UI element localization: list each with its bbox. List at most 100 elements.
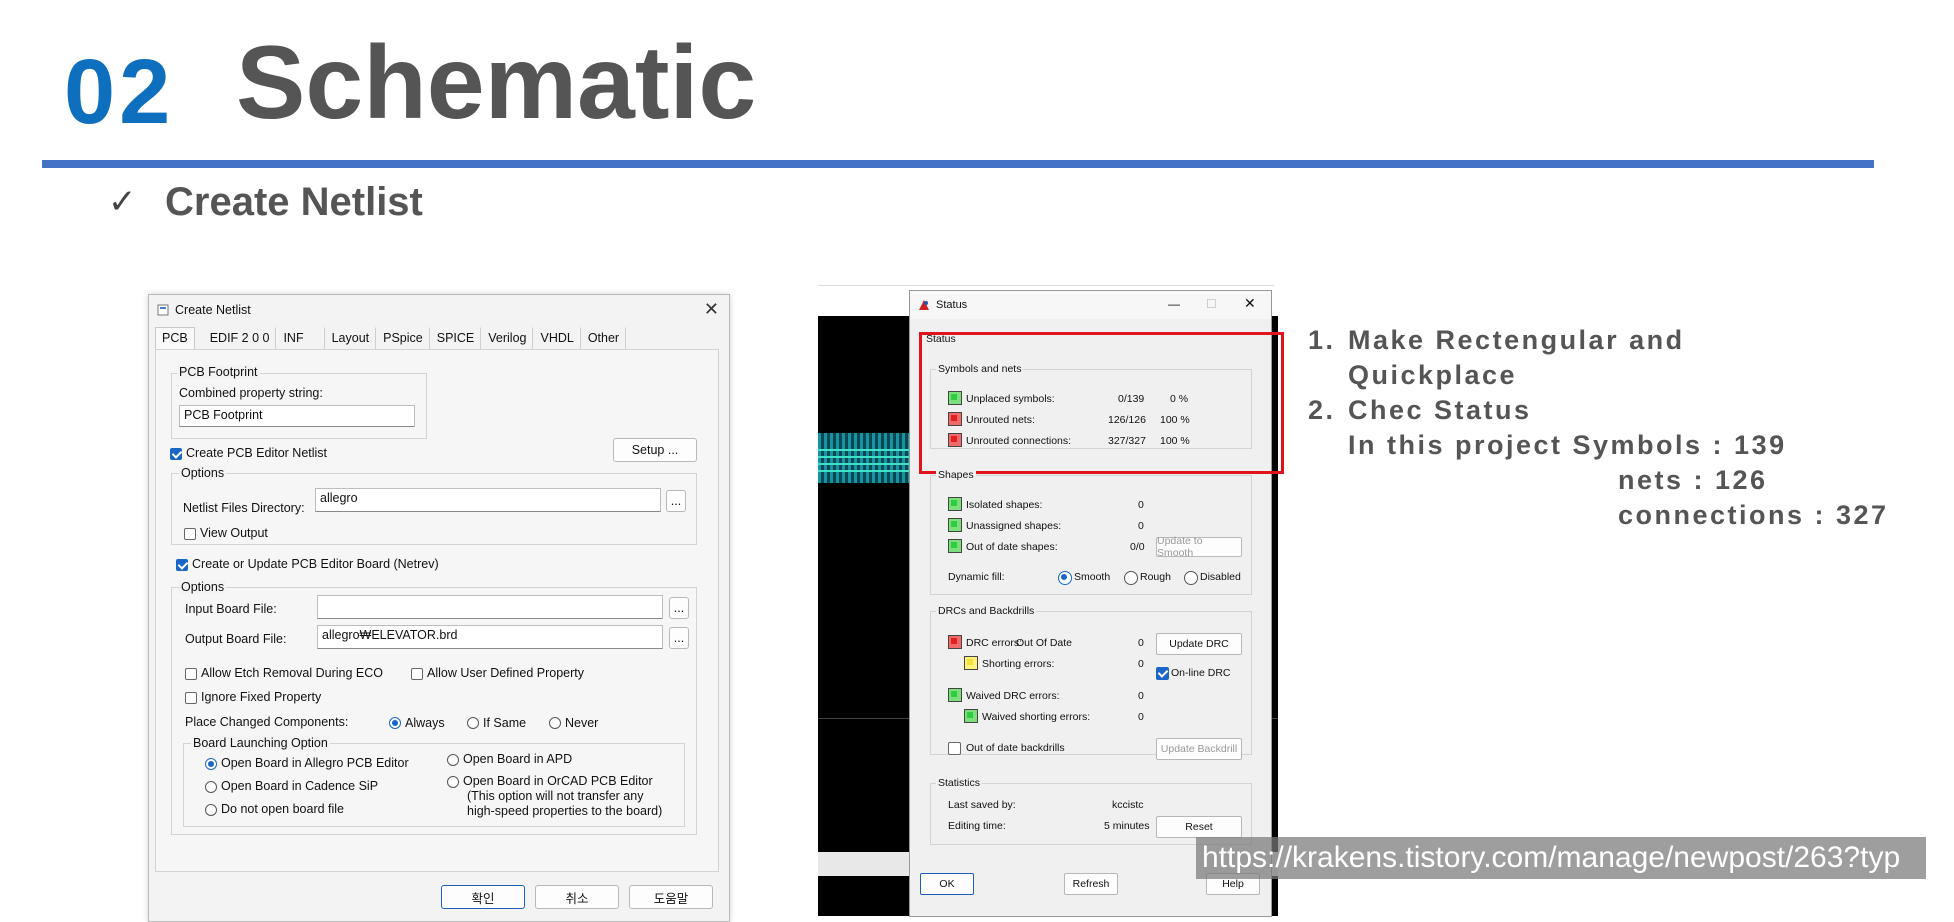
waived-short-indicator: [964, 709, 978, 723]
allow-user-label: Allow User Defined Property: [427, 666, 585, 680]
allow-user-checkbox[interactable]: [411, 668, 423, 680]
help-button[interactable]: 도움말: [629, 885, 713, 909]
dialog-titlebar: Create Netlist ✕: [149, 295, 729, 325]
setup-button[interactable]: Setup ...: [613, 438, 697, 462]
last-saved-label: Last saved by:: [948, 799, 1016, 811]
netlist-dir-browse-button[interactable]: ...: [666, 490, 686, 512]
fill-disabled-label: Disabled: [1200, 571, 1241, 583]
no-open-radio[interactable]: [205, 804, 217, 816]
dialog-title: Create Netlist: [175, 303, 251, 317]
fill-rough-radio[interactable]: [1124, 571, 1138, 585]
output-board-label: Output Board File:: [185, 632, 287, 646]
view-output-checkbox[interactable]: [184, 528, 196, 540]
netlist-tabs: PCB EDIF 2 0 0 INF Layout PSpice SPICE V…: [155, 327, 627, 349]
place-always-radio[interactable]: [389, 717, 401, 729]
place-ifsame-radio[interactable]: [467, 717, 479, 729]
open-sip-radio[interactable]: [205, 781, 217, 793]
backdrills-label: Out of date backdrills: [966, 742, 1065, 754]
input-board-input[interactable]: [317, 595, 663, 619]
note-number-1: 1.: [1308, 325, 1336, 355]
output-board-browse-button[interactable]: ...: [669, 627, 689, 649]
outofdate-indicator: [948, 539, 962, 553]
title-divider: [42, 160, 1874, 168]
reset-button[interactable]: Reset: [1156, 816, 1242, 838]
isolated-indicator: [948, 497, 962, 511]
checkmark-icon: ✓: [108, 182, 137, 222]
editing-time-value: 5 minutes: [1104, 820, 1150, 832]
tab-vhdl[interactable]: VHDL: [533, 327, 581, 349]
tab-other[interactable]: Other: [581, 327, 627, 349]
input-board-browse-button[interactable]: ...: [669, 597, 689, 619]
drc-value: 0: [1138, 637, 1144, 649]
tab-edif[interactable]: EDIF 2 0 0: [203, 327, 277, 349]
orcad-note-line2: high-speed properties to the board): [467, 804, 663, 818]
open-orcad-radio[interactable]: [447, 776, 459, 788]
place-never-label: Never: [565, 716, 599, 730]
update-drc-button[interactable]: Update DRC: [1156, 633, 1242, 655]
update-smooth-button[interactable]: Update to Smooth: [1156, 535, 1242, 559]
status-titlebar: Status — ☐ ✕: [910, 291, 1271, 319]
ok-button[interactable]: 확인: [441, 885, 525, 909]
view-output-label: View Output: [200, 526, 268, 540]
stats-group-label: Statistics: [936, 777, 983, 789]
last-saved-value: kccistc: [1112, 799, 1144, 811]
fill-smooth-radio[interactable]: [1058, 571, 1072, 585]
create-netlist-label: Create PCB Editor Netlist: [186, 446, 328, 460]
tab-spice[interactable]: SPICE: [430, 327, 482, 349]
unassigned-indicator: [948, 518, 962, 532]
footprint-group-label: PCB Footprint: [177, 365, 260, 379]
close-icon[interactable]: ✕: [704, 299, 719, 320]
waived-indicator: [948, 688, 962, 702]
create-netlist-checkbox[interactable]: [170, 448, 182, 460]
ignore-fixed-checkbox[interactable]: [185, 692, 197, 704]
tab-pspice[interactable]: PSpice: [376, 327, 430, 349]
shapes-label: Shapes: [936, 469, 976, 481]
isolated-value: 0: [1138, 499, 1144, 511]
create-board-checkbox[interactable]: [176, 559, 188, 571]
minimize-icon[interactable]: —: [1168, 297, 1180, 311]
slide-subtitle: Create Netlist: [165, 180, 423, 224]
waived-short-label: Waived shorting errors:: [982, 711, 1091, 723]
fill-smooth-label: Smooth: [1074, 571, 1111, 583]
open-apd-radio[interactable]: [447, 754, 459, 766]
tab-layout[interactable]: Layout: [325, 327, 377, 349]
update-backdrill-button[interactable]: Update Backdrill: [1156, 738, 1242, 760]
cancel-button[interactable]: 취소: [535, 885, 619, 909]
shorting-indicator: [964, 656, 978, 670]
waived-label: Waived DRC errors:: [966, 690, 1060, 702]
maximize-icon: ☐: [1206, 297, 1217, 311]
status-refresh-button[interactable]: Refresh: [1064, 873, 1118, 895]
no-open-label: Do not open board file: [221, 802, 345, 816]
netlist-dir-input[interactable]: allegro: [315, 488, 661, 512]
tab-verilog[interactable]: Verilog: [481, 327, 534, 349]
online-drc-checkbox[interactable]: [1156, 667, 1169, 680]
open-allegro-radio[interactable]: [205, 758, 217, 770]
allow-etch-checkbox[interactable]: [185, 668, 197, 680]
drc-state: Out Of Date: [1016, 637, 1073, 649]
status-close-icon[interactable]: ✕: [1244, 296, 1256, 312]
output-board-input[interactable]: allegro₩ELEVATOR.brd: [317, 625, 663, 649]
orcad-note-line1: (This option will not transfer any: [467, 789, 644, 803]
tab-pcb[interactable]: PCB: [155, 327, 195, 349]
place-changed-label: Place Changed Components:: [185, 715, 349, 729]
drc-group-label: DRCs and Backdrills: [936, 605, 1037, 617]
create-netlist-dialog: Create Netlist ✕ PCB EDIF 2 0 0 INF Layo…: [148, 294, 730, 922]
combined-property-input[interactable]: PCB Footprint: [179, 405, 415, 427]
status-dialog: Status — ☐ ✕ Status Symbols and nets Unp…: [909, 290, 1284, 917]
note-line-4: nets : 126: [1618, 465, 1768, 495]
note-line-2: Chec Status: [1348, 395, 1532, 425]
place-never-radio[interactable]: [549, 717, 561, 729]
fill-disabled-radio[interactable]: [1184, 571, 1198, 585]
tab-inf[interactable]: INF: [276, 327, 325, 349]
slide-title: Schematic: [236, 25, 757, 141]
note-line-1b: Quickplace: [1348, 360, 1518, 390]
pcb-placement-lines: [818, 444, 916, 472]
combined-property-label: Combined property string:: [179, 386, 323, 400]
editing-time-label: Editing time:: [948, 820, 1006, 832]
backdrills-checkbox[interactable]: [948, 742, 961, 755]
netlist-dir-label: Netlist Files Directory:: [183, 501, 305, 515]
outofdate-label: Out of date shapes:: [966, 541, 1058, 553]
note-line-5: connections : 327: [1618, 500, 1889, 530]
options-group-1-label: Options: [179, 466, 227, 480]
status-ok-button[interactable]: OK: [920, 873, 974, 895]
